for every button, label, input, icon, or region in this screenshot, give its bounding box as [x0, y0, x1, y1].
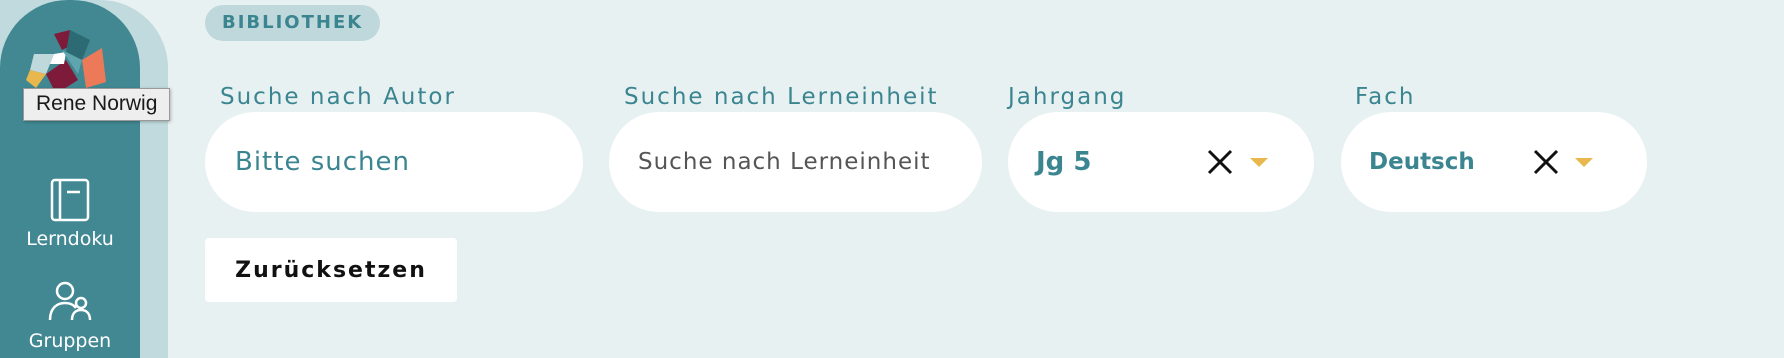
- jahrgang-selected-value: Jg 5: [1036, 147, 1092, 177]
- lerneinheit-search-input[interactable]: [638, 149, 982, 175]
- clear-fach-icon[interactable]: [1532, 148, 1560, 176]
- jahrgang-label: Jahrgang: [1008, 84, 1127, 110]
- sidebar-item-label: Gruppen: [28, 330, 112, 352]
- book-icon: [50, 178, 90, 222]
- fach-label: Fach: [1355, 84, 1416, 110]
- chevron-down-icon[interactable]: [1575, 158, 1593, 167]
- jahrgang-select[interactable]: Jg 5: [1008, 112, 1314, 212]
- autor-search-label: Suche nach Autor: [220, 84, 456, 110]
- fach-selected-value: Deutsch: [1369, 149, 1475, 175]
- page: Lerndoku Gruppen Rene Norwig BIBLIOTHEK …: [0, 0, 1784, 358]
- clear-jahrgang-icon[interactable]: [1206, 148, 1234, 176]
- lerneinheit-search-label: Suche nach Lerneinheit: [624, 84, 939, 110]
- section-badge: BIBLIOTHEK: [205, 5, 381, 41]
- reset-button[interactable]: Zurücksetzen: [205, 238, 457, 302]
- chevron-down-icon[interactable]: [1250, 158, 1268, 167]
- lerneinheit-search-field: [609, 112, 982, 212]
- fach-select[interactable]: Deutsch: [1341, 112, 1647, 212]
- autor-search-field: [205, 112, 583, 212]
- sidebar-item-lerndoku[interactable]: Lerndoku: [0, 178, 140, 250]
- autor-search-input[interactable]: [235, 147, 583, 177]
- sidebar-item-gruppen[interactable]: Gruppen: [0, 280, 140, 352]
- sidebar-item-label: Lerndoku: [26, 228, 114, 250]
- sidebar: Lerndoku Gruppen: [0, 0, 140, 358]
- users-icon: [48, 281, 92, 321]
- user-tooltip: Rene Norwig: [23, 88, 171, 121]
